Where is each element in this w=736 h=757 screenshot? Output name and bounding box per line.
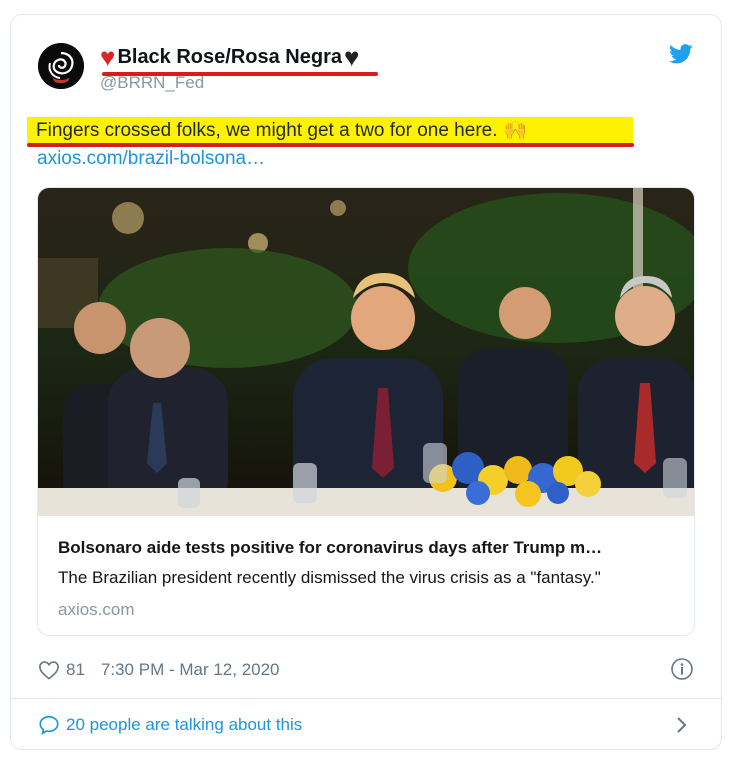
- link-preview-card[interactable]: Bolsonaro aide tests positive for corona…: [37, 187, 695, 636]
- black-heart-icon: ♥: [343, 42, 360, 72]
- article-link[interactable]: axios.com/brazil-bolsona…: [37, 148, 265, 170]
- tweet-meta-row: 81 7:30 PM - Mar 12, 2020: [38, 658, 280, 682]
- chevron-right-icon[interactable]: [674, 713, 690, 737]
- talking-count-label[interactable]: 20 people are talking about this: [66, 715, 302, 735]
- speech-bubble-icon: [39, 715, 59, 735]
- tweet-timestamp[interactable]: 7:30 PM - Mar 12, 2020: [101, 660, 280, 680]
- red-heart-icon: ♥: [100, 42, 116, 72]
- tweet-text-content: Fingers crossed folks, we might get a tw…: [36, 120, 498, 141]
- author-name-row[interactable]: ♥ Black Rose/Rosa Negra ♥: [100, 42, 359, 72]
- avatar[interactable]: [38, 43, 84, 89]
- tweet-text: Fingers crossed folks, we might get a tw…: [27, 117, 633, 144]
- divider: [10, 698, 722, 699]
- card-title[interactable]: Bolsonaro aide tests positive for corona…: [58, 538, 678, 558]
- display-name[interactable]: Black Rose/Rosa Negra: [117, 46, 342, 69]
- info-icon[interactable]: [670, 657, 694, 681]
- twitter-bird-icon[interactable]: [669, 44, 693, 69]
- card-description: The Brazilian president recently dismiss…: [58, 568, 601, 587]
- card-domain: axios.com: [58, 600, 135, 619]
- conversation-link[interactable]: 20 people are talking about this: [38, 713, 302, 737]
- user-handle[interactable]: @BRRN_Fed: [100, 73, 204, 93]
- like-count[interactable]: 81: [66, 660, 85, 680]
- heart-outline-icon[interactable]: [38, 660, 60, 680]
- raising-hands-emoji: 🙌: [503, 120, 528, 141]
- text-annotation-underline: [27, 143, 634, 147]
- preview-photo[interactable]: [38, 188, 694, 516]
